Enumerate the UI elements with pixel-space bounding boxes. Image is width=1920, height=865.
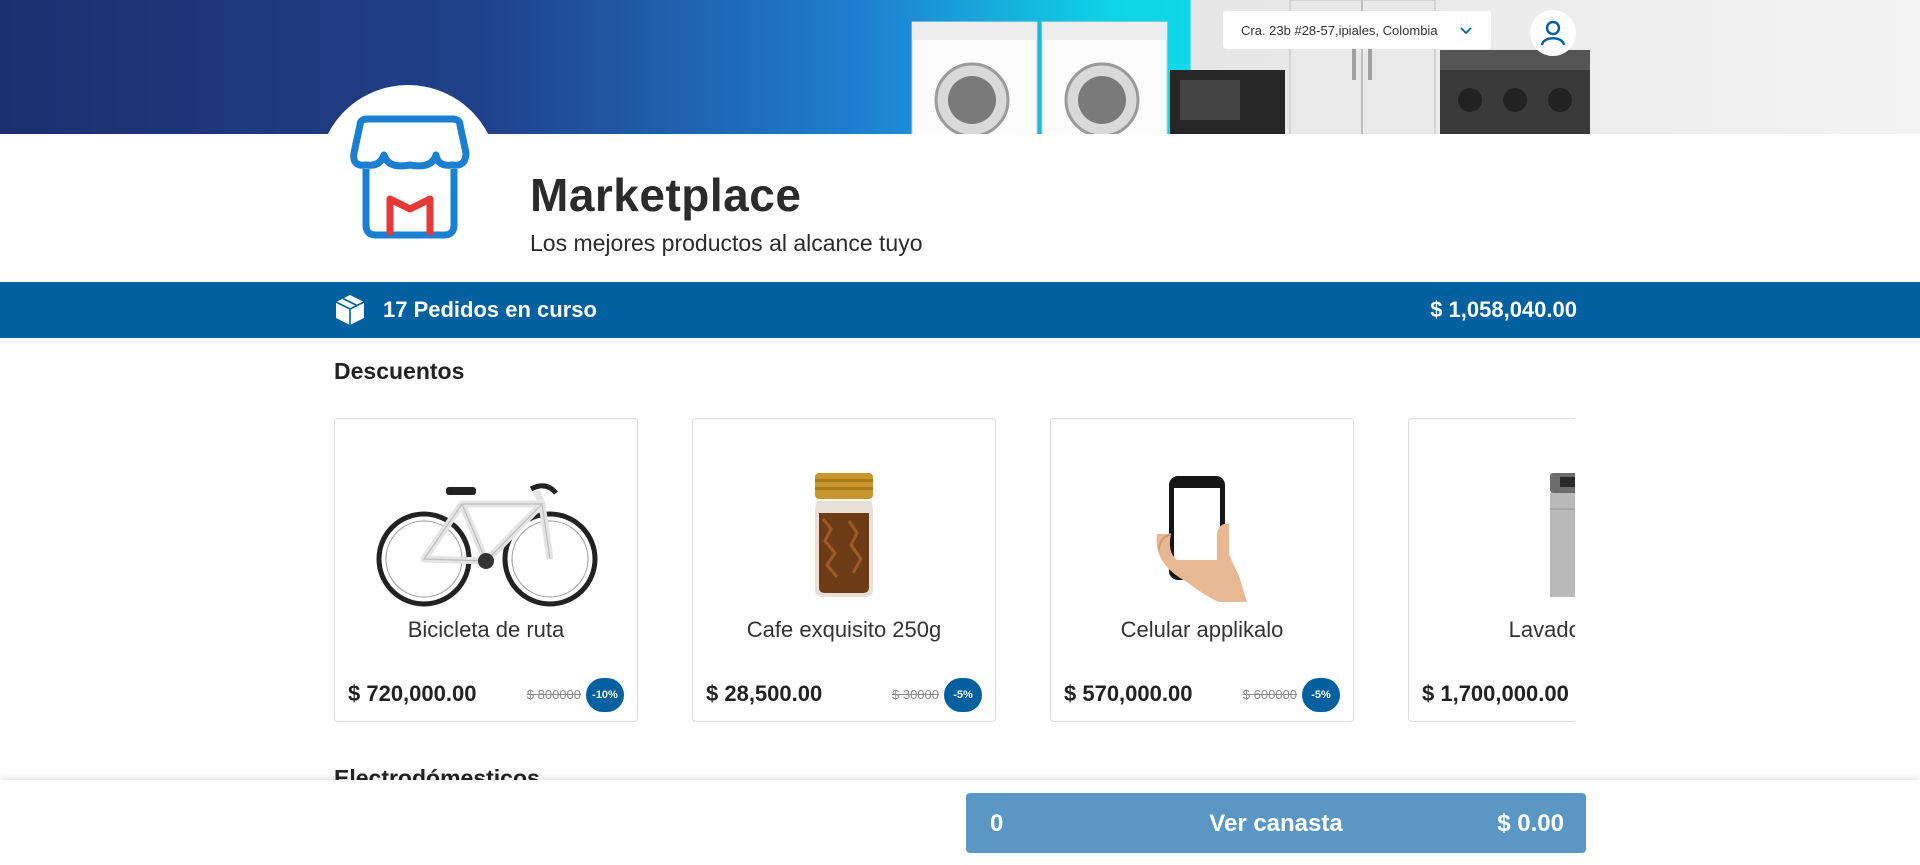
package-icon [335,295,365,325]
product-price: $ 720,000.00 [348,681,477,706]
product-name: Lavadora l [1508,617,1575,642]
discounts-carousel[interactable]: Bicicleta de ruta $ 720,000.00 $ 800000 … [334,418,1575,724]
smartphone-image [1051,459,1353,609]
storefront-icon [350,115,470,239]
address-selector[interactable]: Cra. 23b #28-57,ipiales, Colombia [1223,11,1491,49]
bicycle-image [335,459,637,609]
product-name: Cafe exquisito 250g [746,617,942,642]
orders-total: $ 1,058,040.00 [1430,297,1577,322]
discount-badge: -10% [586,678,624,712]
product-name: Celular applikalo [1120,617,1284,642]
product-price: $ 1,700,000.00 [1422,681,1569,706]
orders-in-progress-bar[interactable]: 17 Pedidos en curso $ 1,058,040.00 [0,282,1920,338]
user-icon [1540,20,1566,46]
store-title: Marketplace [530,169,802,221]
view-basket-button[interactable]: 0 Ver canasta $ 0.00 [966,793,1586,853]
product-card[interactable]: Lavadora l $ 1,700,000.00 [1408,418,1575,722]
view-basket-label: Ver canasta [1209,810,1343,837]
product-old-price: $ 30000 [892,687,939,702]
washing-machine-image [1409,459,1575,609]
address-text: Cra. 23b #28-57,ipiales, Colombia [1241,22,1438,38]
hero-banner: Cra. 23b #28-57,ipiales, Colombia [0,0,1920,134]
orders-count-label: 17 Pedidos en curso [383,297,597,322]
store-logo [318,85,498,275]
product-old-price: $ 600000 [1242,687,1297,702]
product-card[interactable]: Celular applikalo $ 570,000.00 $ 600000 … [1050,418,1354,722]
section-title-discounts: Descuentos [334,358,465,384]
basket-bar: 0 Ver canasta $ 0.00 [0,780,1920,865]
discount-badge: -5% [1302,678,1340,712]
product-price: $ 28,500.00 [706,681,823,706]
user-account-button[interactable] [1530,10,1576,56]
product-price: $ 570,000.00 [1064,681,1193,706]
marketplace-page: Cra. 23b #28-57,ipiales, Colombia Market… [0,0,1920,865]
store-subtitle: Los mejores productos al alcance tuyo [530,230,923,256]
product-old-price: $ 800000 [526,687,581,702]
basket-total: $ 0.00 [1497,810,1564,837]
coffee-jar-image [693,459,995,609]
discount-badge: -5% [944,678,982,712]
product-card[interactable]: Cafe exquisito 250g $ 28,500.00 $ 30000 … [692,418,996,722]
chevron-down-icon [1460,27,1472,35]
product-card[interactable]: Bicicleta de ruta $ 720,000.00 $ 800000 … [334,418,638,722]
product-name: Bicicleta de ruta [407,617,565,642]
